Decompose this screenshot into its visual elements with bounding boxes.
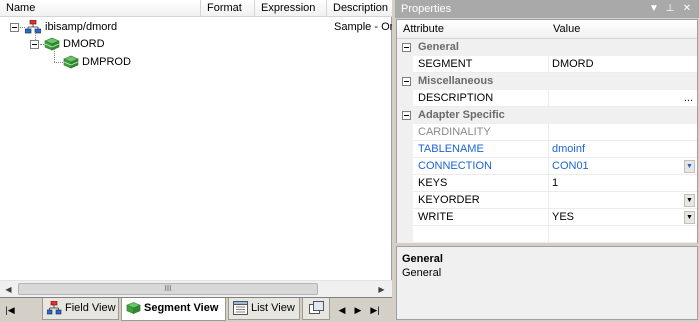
tree-node-root-description: Sample - Or [334,21,392,33]
tab-list-view[interactable]: List View [228,298,300,320]
tab-segment-view-label: Segment View [144,302,219,314]
property-grid: Attribute Value General SEGMENT DMORD Mi… [396,19,698,243]
collapse-icon[interactable] [10,23,19,32]
collapse-icon[interactable] [402,77,411,86]
scroll-right-icon[interactable]: ▶ [373,281,390,298]
property-keyorder[interactable]: KEYORDER ▼ [397,192,697,209]
column-format[interactable]: Format [201,0,255,17]
property-description[interactable]: DESCRIPTION ... [397,90,697,107]
property-write-name: WRITE [413,209,549,226]
column-name[interactable]: Name [0,0,201,17]
windows-icon [309,301,324,314]
category-miscellaneous[interactable]: Miscellaneous [397,73,697,90]
collapse-icon[interactable] [30,40,39,49]
property-segment-name: SEGMENT [413,56,549,73]
tree-node-segment-label: DMORD [63,38,105,50]
property-connection-name: CONNECTION [413,158,549,175]
pin-icon[interactable]: ⊥ [663,0,677,18]
property-cardinality-value [549,124,697,141]
column-description[interactable]: Description [327,0,392,17]
properties-title: Properties [401,3,452,15]
property-empty-row [397,226,697,243]
category-general-label: General [418,41,459,53]
property-description-value[interactable]: ... [549,90,697,107]
property-description-name: DESCRIPTION [413,90,549,107]
category-general[interactable]: General [397,39,697,56]
master-file-icon [25,20,41,34]
collapse-icon[interactable] [402,43,411,52]
dropdown-icon[interactable]: ▼ [647,0,661,18]
property-help-box: General General [396,246,698,320]
previous-tab-icon[interactable]: ◀ [336,301,348,319]
help-text: General [402,267,442,279]
tab-field-view[interactable]: Field View [42,298,119,320]
property-tablename-name: TABLENAME [413,141,549,158]
chevron-down-icon[interactable]: ▼ [684,194,695,207]
first-tab-icon[interactable]: |◀ [4,301,16,319]
property-segment-value[interactable]: DMORD [549,56,697,73]
properties-panel: Properties ▼ ⊥ ✕ Attribute Value General… [395,0,699,322]
collapse-icon[interactable] [402,111,411,120]
horizontal-scrollbar[interactable]: ◀ III ▶ [0,280,392,297]
property-grid-header: Attribute Value [397,20,697,39]
tree-node-child-label: DMPROD [82,56,131,68]
attribute-header: Attribute [403,23,444,35]
properties-title-bar: Properties ▼ ⊥ ✕ [395,0,699,18]
property-keys-name: KEYS [413,175,549,192]
category-adapter-specific-label: Adapter Specific [418,109,505,121]
next-tab-icon[interactable]: ▶ [352,301,364,319]
property-tablename-value[interactable]: dmoinf [549,141,697,158]
scrollbar-thumb[interactable]: III [18,283,318,295]
tree-node-root[interactable]: ibisamp/dmord Sample - Or [0,19,392,35]
category-miscellaneous-label: Miscellaneous [418,75,494,87]
value-header: Value [553,23,581,35]
property-cardinality[interactable]: CARDINALITY [397,124,697,141]
category-adapter-specific[interactable]: Adapter Specific [397,107,697,124]
property-keys-value[interactable]: 1 [549,175,697,192]
segment-tree: ibisamp/dmord Sample - Or DMORD DMPROD [0,17,392,279]
segment-view-icon [126,302,141,315]
property-write[interactable]: WRITE YES ▼ [397,209,697,226]
segment-icon [44,37,60,51]
property-tablename[interactable]: TABLENAME dmoinf [397,141,697,158]
tab-list-view-label: List View [251,302,295,314]
chevron-down-icon[interactable]: ▼ [684,211,695,224]
last-tab-icon[interactable]: ▶| [369,301,381,319]
tree-node-segment[interactable]: DMORD [0,36,200,52]
tree-node-child[interactable]: DMPROD [0,54,200,70]
property-write-value[interactable]: YES ▼ [549,209,697,226]
column-expression[interactable]: Expression [255,0,327,17]
view-tab-bar: |◀ Field View Segment View List View ◀ ▶… [0,297,392,322]
help-title: General [402,253,443,265]
chevron-down-icon[interactable]: ▼ [684,160,695,173]
tab-segment-view[interactable]: Segment View [121,298,226,321]
property-keys[interactable]: KEYS 1 [397,175,697,192]
property-cardinality-name: CARDINALITY [413,124,549,141]
ellipsis-button[interactable]: ... [684,90,693,106]
property-keyorder-name: KEYORDER [413,192,549,209]
property-connection[interactable]: CONNECTION CON01 ▼ [397,158,697,175]
close-icon[interactable]: ✕ [680,0,694,18]
property-connection-value[interactable]: CON01 ▼ [549,158,697,175]
tree-column-header: Name Format Expression Description [0,0,392,17]
segment-tree-pane: Name Format Expression Description ibisa… [0,0,392,322]
property-segment[interactable]: SEGMENT DMORD [397,56,697,73]
tab-field-view-label: Field View [65,302,116,314]
tab-overflow[interactable] [302,298,330,320]
scroll-left-icon[interactable]: ◀ [0,281,17,298]
segment-icon [63,55,79,69]
list-view-icon [233,301,248,315]
tree-node-root-label: ibisamp/dmord [45,21,118,33]
property-keyorder-value[interactable]: ▼ [549,192,697,209]
field-view-icon [47,301,62,315]
